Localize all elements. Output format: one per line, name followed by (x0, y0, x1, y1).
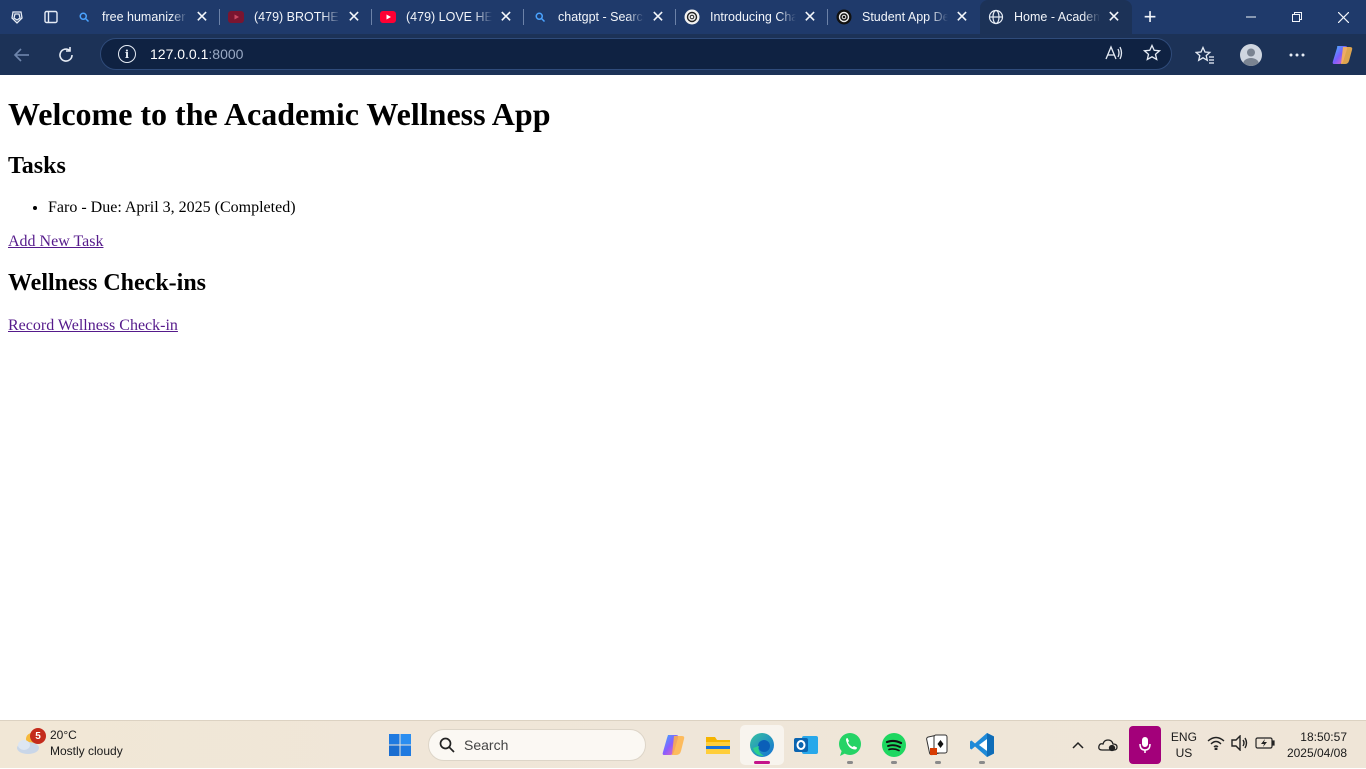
file-explorer-icon[interactable] (696, 725, 740, 765)
close-tab-icon[interactable]: ✕ (194, 9, 210, 26)
back-button[interactable] (0, 35, 44, 75)
copilot-icon[interactable] (1320, 35, 1366, 75)
tab-actions-icon[interactable] (34, 0, 68, 34)
tab-title: free humanizer - (102, 10, 188, 24)
cloudy-weather-icon: 5 (14, 728, 46, 756)
close-tab-icon[interactable]: ✕ (498, 9, 514, 26)
vscode-icon[interactable] (960, 725, 1004, 765)
solitaire-icon[interactable] (916, 725, 960, 765)
new-tab-button[interactable]: + (1132, 0, 1168, 34)
tab-title: chatgpt - Search (558, 10, 644, 24)
edge-browser-icon[interactable] (740, 725, 784, 765)
youtube-icon (228, 9, 244, 25)
tab-title: Introducing Chat (710, 10, 796, 24)
close-tab-icon[interactable]: ✕ (1106, 9, 1122, 26)
taskbar-search-input[interactable]: Search (428, 729, 646, 761)
clock-time: 18:50:57 (1300, 730, 1347, 744)
openai-icon (836, 9, 852, 25)
settings-more-icon[interactable] (1274, 35, 1320, 75)
restore-button[interactable] (1274, 0, 1320, 34)
wellness-heading: Wellness Check-ins (8, 270, 207, 296)
site-info-icon[interactable]: i (118, 45, 136, 63)
clock-date: 2025/04/08 (1286, 746, 1347, 760)
browser-tab-strip: free humanizer - ✕ (479) BROTHER B ✕ (47… (0, 0, 1366, 34)
show-hidden-icons-chevron-up-icon[interactable] (1063, 738, 1093, 752)
browser-tab[interactable]: Student App Des ✕ (828, 0, 980, 34)
weather-widget[interactable]: 5 20°C Mostly cloudy (14, 727, 123, 759)
browser-toolbar: i 127.0.0.1:8000 (0, 34, 1366, 75)
quick-settings[interactable] (1207, 733, 1275, 756)
refresh-button[interactable] (44, 35, 88, 75)
start-button[interactable] (378, 725, 422, 765)
weather-condition: Mostly cloudy (50, 744, 123, 758)
browser-tab[interactable]: free humanizer - ✕ (68, 0, 220, 34)
browser-tab[interactable]: (479) LOVE HEAL ✕ (372, 0, 524, 34)
search-icon (439, 737, 455, 753)
tab-title: (479) LOVE HEAL (406, 10, 492, 24)
window-controls (1228, 0, 1366, 34)
onedrive-sync-icon[interactable] (1093, 738, 1123, 752)
bing-search-icon (532, 9, 548, 25)
tab-title: (479) BROTHER B (254, 10, 340, 24)
taskbar-apps: Search (378, 725, 1004, 765)
battery-charging-icon (1255, 736, 1275, 754)
avatar (1240, 43, 1262, 66)
close-tab-icon[interactable]: ✕ (650, 9, 666, 26)
browser-tab[interactable]: (479) BROTHER B ✕ (220, 0, 372, 34)
system-clock[interactable]: 18:50:57 2025/04/08 (1287, 729, 1347, 761)
close-window-button[interactable] (1320, 0, 1366, 34)
globe-icon (988, 9, 1004, 25)
speaker-volume-icon (1231, 733, 1249, 756)
favorite-star-icon[interactable] (1142, 43, 1162, 67)
profile-button[interactable] (1228, 35, 1274, 75)
favorites-icon[interactable] (1182, 35, 1228, 75)
whatsapp-icon[interactable] (828, 725, 872, 765)
tab-title: Home - Academi (1014, 10, 1100, 24)
close-tab-icon[interactable]: ✕ (346, 9, 362, 26)
record-wellness-checkin-link[interactable]: Record Wellness Check-in (8, 317, 178, 335)
browser-tab[interactable]: Introducing Chat ✕ (676, 0, 828, 34)
add-new-task-link[interactable]: Add New Task (8, 233, 103, 251)
spotify-icon[interactable] (872, 725, 916, 765)
tab-title: Student App Des (862, 10, 948, 24)
list-item: Faro - Due: April 3, 2025 (Completed) (48, 199, 1358, 217)
youtube-icon (380, 9, 396, 25)
copilot-app-icon[interactable] (652, 725, 696, 765)
wifi-icon (1207, 736, 1225, 755)
minimize-button[interactable] (1228, 0, 1274, 34)
page-title: Welcome to the Academic Wellness App (8, 96, 551, 132)
input-language-indicator[interactable]: ENG US (1171, 729, 1197, 761)
close-tab-icon[interactable]: ✕ (802, 9, 818, 26)
notification-badge: 5 (30, 728, 46, 744)
toolbar-right (1182, 34, 1366, 75)
address-bar[interactable]: i 127.0.0.1:8000 (100, 38, 1172, 70)
outlook-icon[interactable] (784, 725, 828, 765)
web-page: Welcome to the Academic Wellness App Tas… (0, 75, 1366, 720)
browser-tab[interactable]: chatgpt - Search ✕ (524, 0, 676, 34)
bing-search-icon (76, 9, 92, 25)
browser-tab-active[interactable]: Home - Academi ✕ (980, 0, 1132, 34)
search-placeholder: Search (464, 737, 509, 753)
openai-icon (684, 9, 700, 25)
url-text: 127.0.0.1:8000 (150, 46, 244, 62)
microphone-in-use-icon[interactable] (1128, 726, 1161, 764)
system-tray: ENG US 18:50:57 2025/04/08 (1063, 721, 1366, 769)
task-list: Faro - Due: April 3, 2025 (Completed) (8, 199, 1358, 217)
read-aloud-icon[interactable] (1105, 44, 1123, 66)
weather-temperature: 20°C (50, 728, 77, 742)
workspaces-icon[interactable] (0, 0, 34, 34)
taskbar: 5 20°C Mostly cloudy Search ENG US 18:50… (0, 720, 1366, 768)
tasks-heading: Tasks (8, 153, 66, 179)
close-tab-icon[interactable]: ✕ (954, 9, 970, 26)
